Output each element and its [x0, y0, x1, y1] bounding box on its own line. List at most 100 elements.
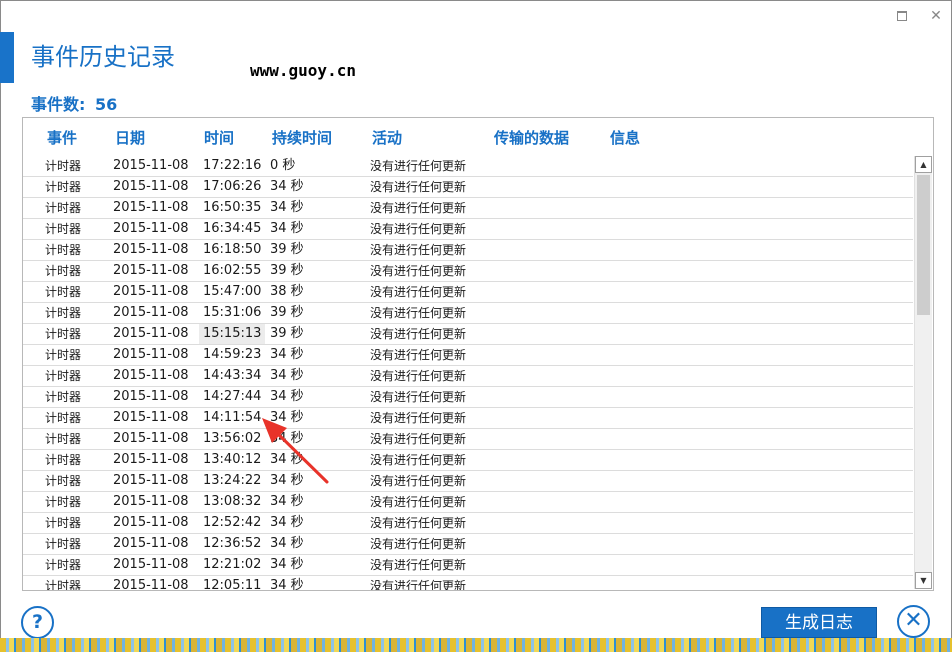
cell-time: 17:22:16 [203, 158, 262, 173]
cell-time: 16:18:50 [203, 242, 262, 257]
cell-activity: 没有进行任何更新 [370, 495, 467, 509]
table-header: 事件 日期 时间 持续时间 活动 传输的数据 信息 [23, 118, 933, 156]
event-count: 事件数: 56 [31, 95, 117, 115]
cell-date: 2015-11-08 [113, 158, 189, 173]
cell-duration: 34 秒 [270, 368, 304, 383]
table-row[interactable]: 计时器 2015-11-08 17:06:26 34 秒 没有进行任何更新 [23, 177, 913, 198]
cell-duration: 39 秒 [270, 305, 304, 320]
cell-date: 2015-11-08 [113, 368, 189, 383]
cell-date: 2015-11-08 [113, 179, 189, 194]
column-header-event[interactable]: 事件 [47, 128, 77, 148]
table-row[interactable]: 计时器 2015-11-08 14:59:23 34 秒 没有进行任何更新 [23, 345, 913, 366]
table-row[interactable]: 计时器 2015-11-08 13:08:32 34 秒 没有进行任何更新 [23, 492, 913, 513]
cell-time: 12:05:11 [203, 578, 262, 590]
cell-duration: 34 秒 [270, 200, 304, 215]
cell-event: 计时器 [45, 495, 82, 509]
table-row[interactable]: 计时器 2015-11-08 15:47:00 38 秒 没有进行任何更新 [23, 282, 913, 303]
help-button[interactable]: ? [21, 606, 54, 639]
table-body: 计时器 2015-11-08 17:22:16 0 秒没有进行任何更新 计时器 2015-… [23, 156, 913, 590]
table-row[interactable]: 计时器 2015-11-08 12:05:11 34 秒 没有进行任何更新 [23, 576, 913, 590]
cell-date: 2015-11-08 [113, 494, 189, 509]
column-header-duration[interactable]: 持续时间 [272, 128, 332, 148]
table-row[interactable]: 计时器 2015-11-08 16:18:50 39 秒 没有进行任何更新 [23, 240, 913, 261]
vertical-scrollbar[interactable]: ▲ ▼ [914, 156, 932, 589]
cell-date: 2015-11-08 [113, 536, 189, 551]
maximize-button[interactable] [894, 8, 910, 24]
cell-date: 2015-11-08 [113, 410, 189, 425]
cell-activity: 没有进行任何更新 [370, 222, 467, 236]
cell-duration: 34 秒 [270, 494, 304, 509]
event-history-table: 事件 日期 时间 持续时间 活动 传输的数据 信息 计时器 2015-11-08 1… [22, 117, 934, 591]
window-close-button[interactable]: ✕ [928, 8, 944, 24]
cell-duration: 0 秒 [270, 158, 296, 173]
cell-time: 14:27:44 [203, 389, 262, 404]
cell-date: 2015-11-08 [113, 473, 189, 488]
scrollbar-thumb[interactable] [917, 175, 930, 315]
cell-event: 计时器 [45, 180, 82, 194]
table-row[interactable]: 计时器 2015-11-08 16:34:45 34 秒 没有进行任何更新 [23, 219, 913, 240]
cell-event: 计时器 [45, 411, 82, 425]
table-row[interactable]: 计时器 2015-11-08 15:15:13 39 秒 没有进行任何更新 [23, 324, 913, 345]
cell-time: 13:56:02 [203, 431, 262, 446]
cell-time: 14:59:23 [203, 347, 262, 362]
table-row[interactable]: 计时器 2015-11-08 12:36:52 34 秒 没有进行任何更新 [23, 534, 913, 555]
table-row[interactable]: 计时器 2015-11-08 16:50:35 34 秒 没有进行任何更新 [23, 198, 913, 219]
cell-time: 13:24:22 [203, 473, 262, 488]
table-row[interactable]: 计时器 2015-11-08 14:27:44 34 秒 没有进行任何更新 [23, 387, 913, 408]
cell-activity: 没有进行任何更新 [370, 411, 467, 425]
cell-event: 计时器 [45, 579, 82, 590]
table-row[interactable]: 计时器 2015-11-08 13:40:12 34 秒 没有进行任何更新 [23, 450, 913, 471]
scroll-up-icon[interactable]: ▲ [915, 156, 932, 173]
cell-activity: 没有进行任何更新 [370, 558, 467, 572]
cell-date: 2015-11-08 [113, 242, 189, 257]
cell-activity: 没有进行任何更新 [370, 579, 467, 590]
cell-time: 16:02:55 [203, 263, 262, 278]
cell-duration: 38 秒 [270, 284, 304, 299]
cell-time: 15:15:13 [199, 324, 266, 344]
cell-duration: 34 秒 [270, 515, 304, 530]
cell-activity: 没有进行任何更新 [370, 159, 467, 173]
table-row[interactable]: 计时器 2015-11-08 13:56:02 34 秒 没有进行任何更新 [23, 429, 913, 450]
column-header-activity[interactable]: 活动 [372, 128, 402, 148]
table-row[interactable]: 计时器 2015-11-08 12:21:02 34 秒 没有进行任何更新 [23, 555, 913, 576]
cell-date: 2015-11-08 [113, 557, 189, 572]
cell-date: 2015-11-08 [113, 263, 189, 278]
cell-duration: 34 秒 [270, 221, 304, 236]
table-row[interactable]: 计时器 2015-11-08 14:11:54 34 秒 没有进行任何更新 [23, 408, 913, 429]
cell-time: 15:47:00 [203, 284, 262, 299]
column-header-date[interactable]: 日期 [115, 128, 145, 148]
column-header-data-transferred[interactable]: 传输的数据 [494, 128, 569, 148]
cell-activity: 没有进行任何更新 [370, 537, 467, 551]
cell-time: 16:50:35 [203, 200, 262, 215]
cell-time: 13:40:12 [203, 452, 262, 467]
cell-time: 14:11:54 [203, 410, 262, 425]
table-row[interactable]: 计时器 2015-11-08 17:22:16 0 秒 没有进行任何更新 [23, 156, 913, 177]
cell-event: 计时器 [45, 453, 82, 467]
scroll-down-icon[interactable]: ▼ [915, 572, 932, 589]
table-row[interactable]: 计时器 2015-11-08 14:43:34 34 秒 没有进行任何更新 [23, 366, 913, 387]
cell-event: 计时器 [45, 285, 82, 299]
column-header-time[interactable]: 时间 [204, 128, 234, 148]
close-dialog-button[interactable]: ✕ [897, 605, 930, 638]
cell-duration: 39 秒 [270, 263, 304, 278]
cell-event: 计时器 [45, 201, 82, 215]
cell-activity: 没有进行任何更新 [370, 516, 467, 530]
cell-event: 计时器 [45, 159, 82, 173]
cell-event: 计时器 [45, 306, 82, 320]
cell-activity: 没有进行任何更新 [370, 201, 467, 215]
cell-activity: 没有进行任何更新 [370, 474, 467, 488]
table-row[interactable]: 计时器 2015-11-08 15:31:06 39 秒 没有进行任何更新 [23, 303, 913, 324]
table-row[interactable]: 计时器 2015-11-08 16:02:55 39 秒 没有进行任何更新 [23, 261, 913, 282]
cell-duration: 34 秒 [270, 179, 304, 194]
cell-duration: 34 秒 [270, 347, 304, 362]
table-row[interactable]: 计时器 2015-11-08 13:24:22 34 秒 没有进行任何更新 [23, 471, 913, 492]
cell-event: 计时器 [45, 327, 82, 341]
cell-time: 14:43:34 [203, 368, 262, 383]
cell-duration: 34 秒 [270, 389, 304, 404]
cell-date: 2015-11-08 [113, 578, 189, 590]
table-row[interactable]: 计时器 2015-11-08 12:52:42 34 秒 没有进行任何更新 [23, 513, 913, 534]
cell-duration: 34 秒 [270, 410, 304, 425]
generate-log-button[interactable]: 生成日志 [761, 607, 877, 638]
cell-event: 计时器 [45, 474, 82, 488]
column-header-info[interactable]: 信息 [610, 128, 640, 148]
